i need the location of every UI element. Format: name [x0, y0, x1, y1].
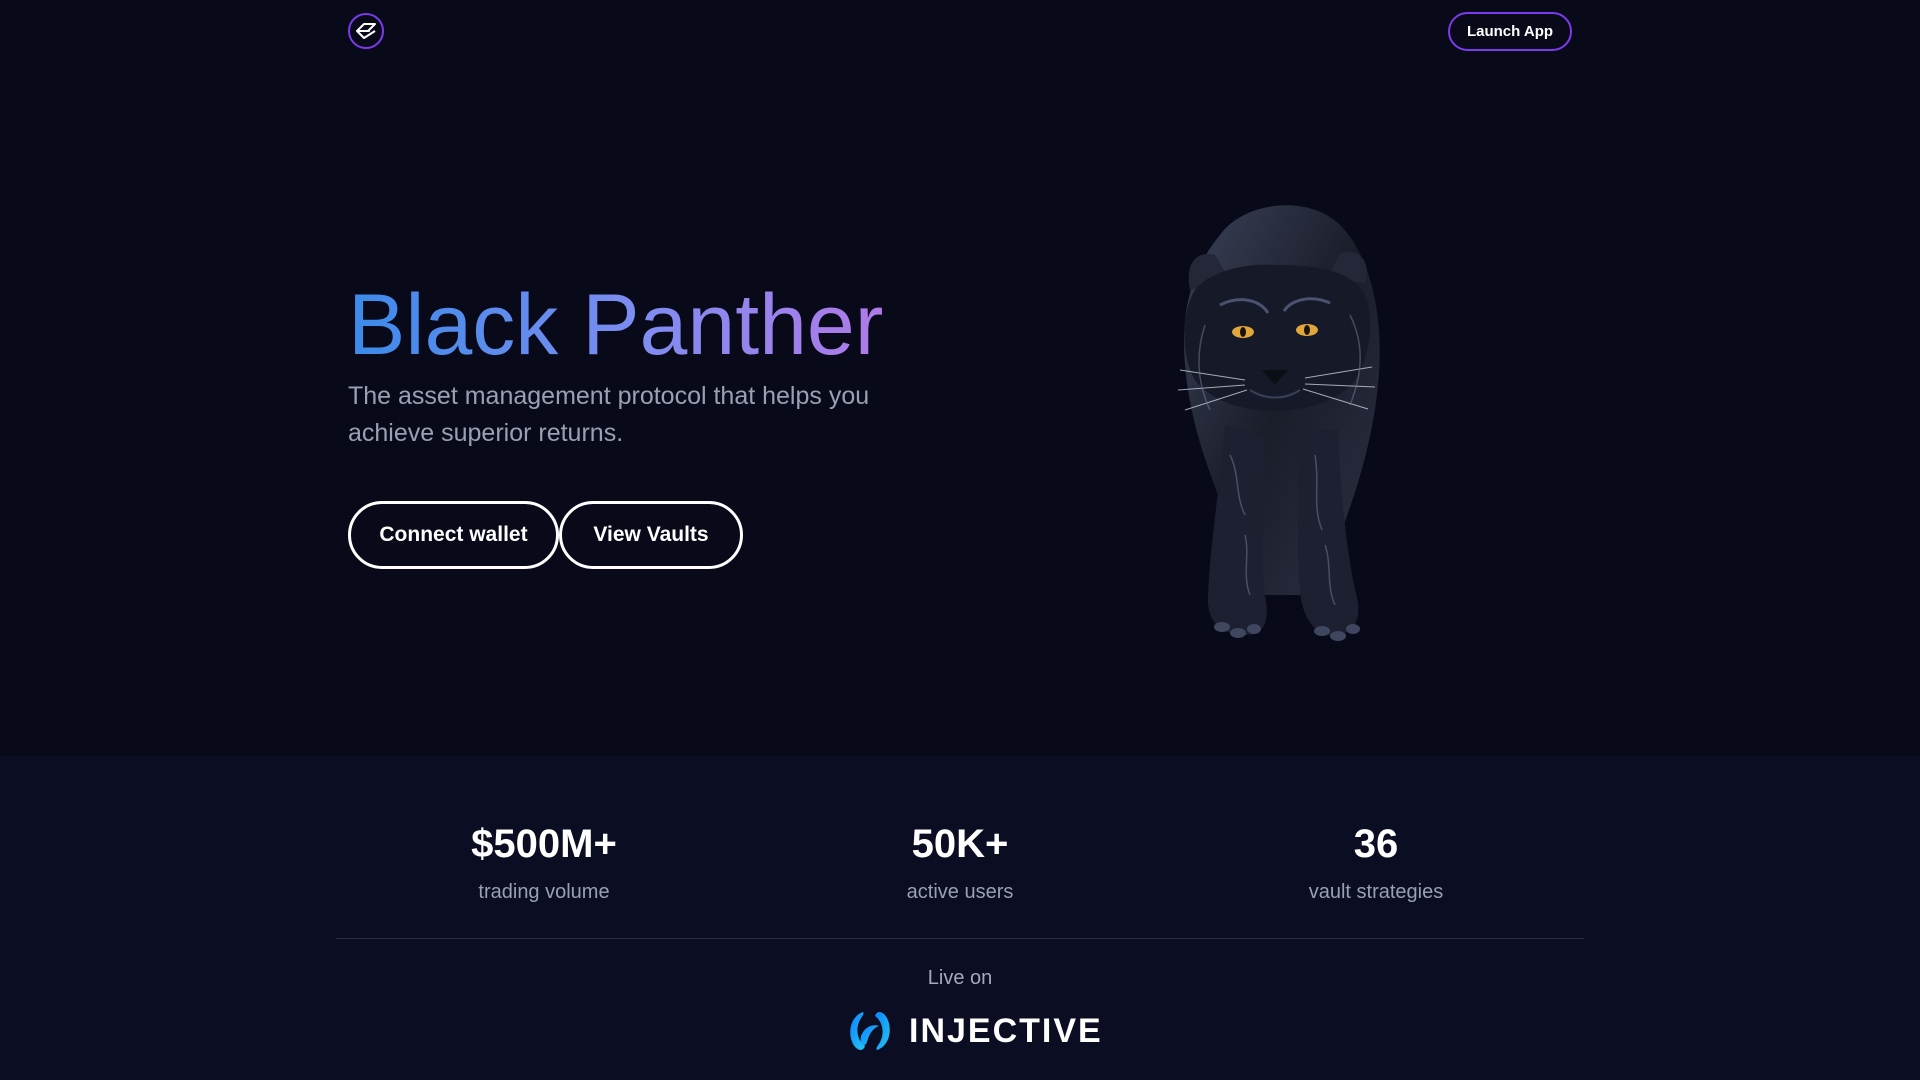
launch-app-button[interactable]: Launch App	[1448, 12, 1572, 51]
landing-page: Launch App Black Panther The asset manag…	[0, 0, 1920, 1080]
section-divider	[336, 938, 1584, 939]
stat-value: 36	[1353, 822, 1399, 866]
connect-wallet-button[interactable]: Connect wallet	[348, 501, 559, 569]
brand-logo-icon[interactable]	[348, 13, 384, 49]
stat-active-users: 50K+ active users	[780, 820, 1140, 904]
stats-section: $500M+ trading volume 50K+ active users …	[0, 756, 1920, 1080]
stat-label: active users	[906, 881, 1014, 903]
diamond-icon	[356, 23, 376, 39]
stat-value: $500M+	[471, 822, 617, 866]
stat-trading-volume: $500M+ trading volume	[364, 820, 724, 904]
live-on-label: Live on	[927, 967, 993, 989]
black-panther-illustration	[1177, 205, 1380, 641]
top-nav: Launch App	[0, 0, 1920, 64]
hero-subtitle: The asset management protocol that helps…	[348, 382, 870, 447]
injective-logo-icon	[850, 1012, 890, 1050]
stat-value: 50K+	[911, 822, 1009, 866]
injective-wordmark: INJECTIVE	[909, 1012, 1103, 1050]
injective-partner-logo[interactable]: INJECTIVE	[845, 1006, 1103, 1056]
stat-vault-strategies: 36 vault strategies	[1196, 820, 1556, 904]
stat-label: vault strategies	[1308, 881, 1444, 903]
hero-title: Black Panther	[348, 270, 883, 380]
view-vaults-button[interactable]: View Vaults	[559, 501, 743, 569]
stat-label: trading volume	[478, 881, 610, 903]
